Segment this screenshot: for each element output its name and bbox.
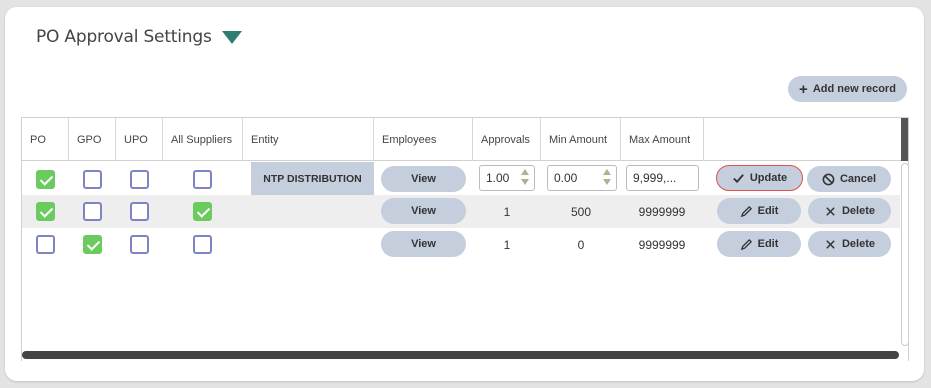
pencil-icon <box>740 205 752 217</box>
employees-view-button[interactable]: View <box>381 231 466 257</box>
grid-header: PO GPO UPO All Suppliers Entity Employee… <box>22 118 908 161</box>
cancel-button[interactable]: Cancel <box>807 166 891 192</box>
cancel-label: Cancel <box>839 173 877 185</box>
delete-label: Delete <box>841 205 876 217</box>
edit-button[interactable]: Edit <box>717 198 801 224</box>
approvals-cell: 1 <box>503 205 511 219</box>
collapse-triangle-icon[interactable] <box>221 30 242 44</box>
vertical-scrollbar-track[interactable] <box>901 163 908 346</box>
po-checkbox[interactable] <box>36 170 55 189</box>
min-amount-cell: 0 <box>577 238 585 252</box>
min-amount-spinner-icon[interactable] <box>603 169 612 187</box>
horizontal-scrollbar[interactable] <box>22 351 899 359</box>
column-header-po[interactable]: PO <box>22 118 69 161</box>
all-suppliers-checkbox[interactable] <box>193 235 212 254</box>
gpo-checkbox[interactable] <box>83 202 102 221</box>
max-amount-cell: 9999999 <box>638 238 686 252</box>
update-label: Update <box>749 172 788 184</box>
min-amount-cell: 500 <box>570 205 592 219</box>
entity-select[interactable]: NTP DISTRIBUTION <box>251 162 374 195</box>
delete-button[interactable]: Delete <box>808 231 891 257</box>
approvals-input[interactable]: 1.00 <box>479 165 535 191</box>
min-amount-input[interactable]: 0.00 <box>547 165 617 191</box>
upo-checkbox[interactable] <box>130 235 149 254</box>
gpo-checkbox[interactable] <box>83 170 102 189</box>
column-header-upo[interactable]: UPO <box>116 118 163 161</box>
check-icon <box>733 173 744 183</box>
cancel-icon <box>822 173 835 185</box>
edit-button[interactable]: Edit <box>717 231 801 257</box>
column-header-all-suppliers[interactable]: All Suppliers <box>163 118 243 161</box>
edit-row: NTP DISTRIBUTION View 1.00 0.00 9,999,..… <box>22 162 900 195</box>
approval-grid: PO GPO UPO All Suppliers Entity Employee… <box>21 117 909 361</box>
gpo-checkbox[interactable] <box>83 235 102 254</box>
column-header-approvals[interactable]: Approvals <box>473 118 541 161</box>
table-row: View 1 500 9999999 Edit Delete <box>22 195 900 228</box>
delete-label: Delete <box>841 238 876 250</box>
po-checkbox[interactable] <box>36 235 55 254</box>
approvals-spinner-icon[interactable] <box>521 169 530 187</box>
add-new-record-button[interactable]: + Add new record <box>788 76 907 102</box>
column-header-entity[interactable]: Entity <box>243 118 374 161</box>
delete-button[interactable]: Delete <box>808 198 891 224</box>
vertical-scrollbar-top[interactable] <box>901 118 908 161</box>
settings-panel: PO Approval Settings + Add new record PO… <box>5 7 924 381</box>
employees-view-button[interactable]: View <box>381 198 466 224</box>
all-suppliers-checkbox[interactable] <box>193 202 212 221</box>
approvals-cell: 1 <box>503 238 511 252</box>
page-title: PO Approval Settings <box>36 27 212 47</box>
column-header-min-amount[interactable]: Min Amount <box>541 118 621 161</box>
column-header-max-amount[interactable]: Max Amount <box>621 118 704 161</box>
update-button[interactable]: Update <box>716 165 803 191</box>
add-new-record-label: Add new record <box>812 83 896 95</box>
min-amount-value: 0.00 <box>554 171 578 185</box>
all-suppliers-checkbox[interactable] <box>193 170 212 189</box>
column-header-employees[interactable]: Employees <box>374 118 473 161</box>
plus-icon: + <box>799 80 808 98</box>
close-icon <box>826 239 835 249</box>
max-amount-cell: 9999999 <box>638 205 686 219</box>
edit-label: Edit <box>757 205 779 217</box>
upo-checkbox[interactable] <box>130 202 149 221</box>
table-row: View 1 0 9999999 Edit Delete <box>22 228 900 261</box>
column-header-gpo[interactable]: GPO <box>69 118 116 161</box>
page-header[interactable]: PO Approval Settings <box>36 27 242 47</box>
close-icon <box>826 206 835 216</box>
upo-checkbox[interactable] <box>130 170 149 189</box>
max-amount-input[interactable]: 9,999,... <box>626 165 699 191</box>
pencil-icon <box>740 238 752 250</box>
employees-view-button[interactable]: View <box>381 166 466 192</box>
approvals-value: 1.00 <box>486 171 510 185</box>
max-amount-value: 9,999,... <box>633 171 677 185</box>
po-checkbox[interactable] <box>36 202 55 221</box>
edit-label: Edit <box>757 238 779 250</box>
